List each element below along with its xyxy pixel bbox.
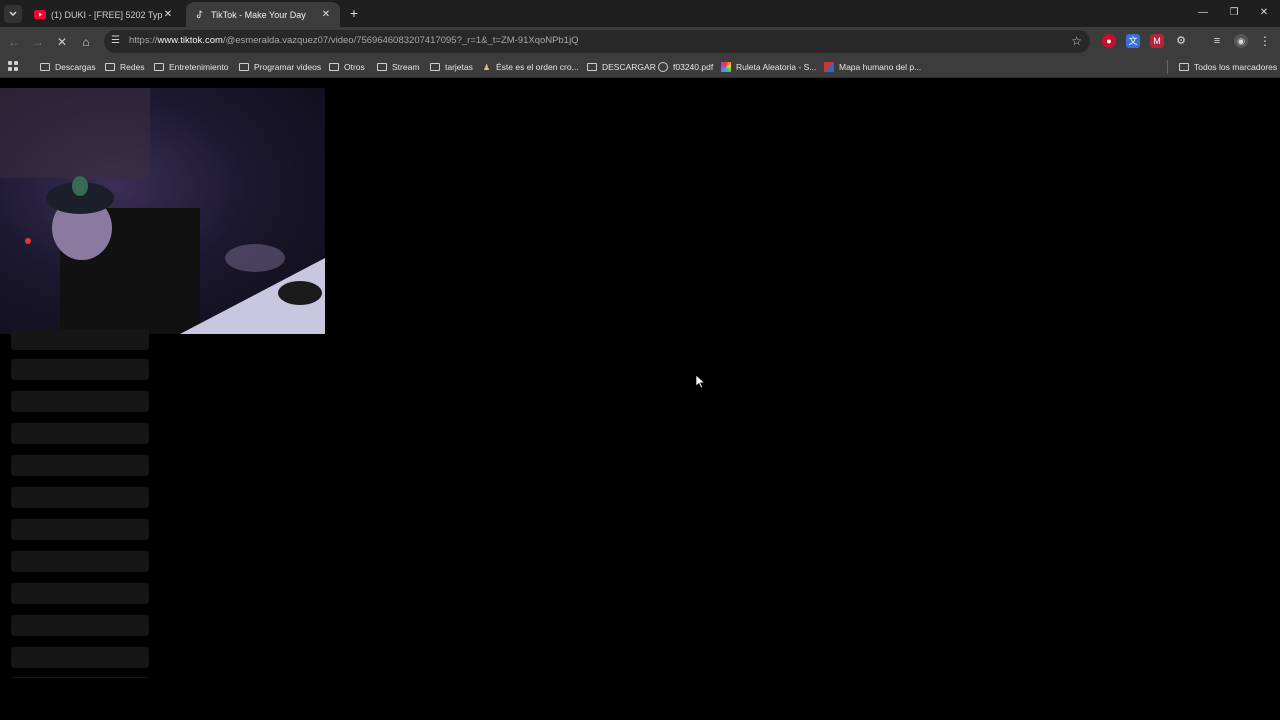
tab-youtube[interactable]: (1) DUKI - [FREE] 5202 Type Bea ✕ [26,2,182,27]
extensions-puzzle-icon[interactable]: ⚙ [1174,34,1188,48]
loading-skeleton [11,423,149,444]
close-tab-icon[interactable]: ✕ [320,9,332,20]
webcam-overlay [0,88,325,334]
back-icon[interactable]: ← [6,34,22,50]
folder-icon [1179,63,1189,71]
bookmark-otros[interactable]: Otros [329,60,365,74]
close-tab-icon[interactable]: ✕ [162,9,174,20]
bookmark-tarjetas[interactable]: tarjetas [430,60,473,74]
site-settings-icon[interactable]: ☰ [111,35,123,47]
bookmark-f03240[interactable]: f03240.pdf [658,60,713,74]
tab-tiktok[interactable]: TikTok - Make Your Day ✕ [186,2,340,27]
url-text[interactable]: https://www.tiktok.com/@esmeralda.vazque… [129,35,579,46]
bookmark-orden-cro[interactable]: ♟ Éste es el orden cro... [483,60,579,74]
tiktok-icon [196,10,203,19]
bookmark-ruleta[interactable]: Ruleta Aleatoria - S... [721,60,816,74]
home-icon[interactable]: ⌂ [78,34,94,50]
bookmark-programar-videos[interactable]: Programar videos [239,60,321,74]
stop-loading-icon[interactable]: ✕ [54,34,70,50]
bookmark-stream[interactable]: Stream [377,60,419,74]
tab-title: TikTok - Make Your Day [211,9,306,20]
loading-skeleton [11,615,149,636]
bookmark-descargas[interactable]: Descargas [40,60,96,74]
youtube-icon [34,10,46,19]
minimize-icon[interactable]: — [1196,6,1210,20]
folder-icon [587,63,597,71]
mouse-cursor-icon [696,375,706,389]
figure-icon: ♟ [483,63,491,72]
extension-red-icon[interactable]: ● [1102,34,1116,48]
bookmark-star-icon[interactable]: ☆ [1071,34,1082,48]
folder-icon [154,63,164,71]
folder-icon [105,63,115,71]
globe-icon [658,62,668,72]
loading-skeleton [11,647,149,668]
folder-icon [430,63,440,71]
loading-skeleton [11,519,149,540]
bookmarks-divider [1167,60,1168,74]
map-icon [824,62,834,72]
close-window-icon[interactable]: ✕ [1257,6,1271,20]
profile-avatar-icon[interactable]: ◉ [1234,34,1248,48]
loading-skeleton [11,583,149,604]
folder-icon [329,63,339,71]
folder-icon [40,63,50,71]
forward-icon[interactable]: → [30,34,46,50]
tab-strip: (1) DUKI - [FREE] 5202 Type Bea ✕ TikTok… [0,0,1280,27]
page-content [0,79,1280,720]
extension-m-icon[interactable]: M [1150,34,1164,48]
chevron-down-icon [9,11,17,16]
bookmark-descargar[interactable]: DESCARGAR [587,60,656,74]
restore-icon[interactable]: ❐ [1227,6,1241,20]
loading-skeleton [11,551,149,572]
webcam-feed-image [0,88,325,334]
loading-skeleton [11,329,149,350]
bookmark-redes[interactable]: Redes [105,60,145,74]
loading-skeleton [11,391,149,412]
folder-icon [377,63,387,71]
bookmark-entretenimiento[interactable]: Entretenimiento [154,60,229,74]
loading-skeleton [11,487,149,508]
bookmarks-bar: Descargas Redes Entretenimiento Programa… [0,56,1280,78]
media-controls-icon[interactable]: ≡ [1210,34,1224,48]
menu-kebab-icon[interactable]: ⋮ [1258,34,1272,48]
browser-toolbar: ← → ✕ ⌂ ☰ https://www.tiktok.com/@esmera… [0,27,1280,56]
wheel-icon [721,62,731,72]
tab-search-button[interactable] [4,5,22,23]
folder-icon [239,63,249,71]
apps-grid-icon[interactable] [8,61,18,71]
loading-skeleton [11,455,149,476]
skeleton-divider [11,677,149,678]
tab-title: (1) DUKI - [FREE] 5202 Type Bea [51,9,162,20]
all-bookmarks[interactable]: Todos los marcadores [1179,60,1277,74]
new-tab-button[interactable]: + [346,5,362,21]
loading-skeleton [11,359,149,380]
address-bar[interactable]: ☰ https://www.tiktok.com/@esmeralda.vazq… [104,30,1090,53]
translate-extension-icon[interactable]: 文 [1126,34,1140,48]
bookmark-mapa[interactable]: Mapa humano del p... [824,60,921,74]
